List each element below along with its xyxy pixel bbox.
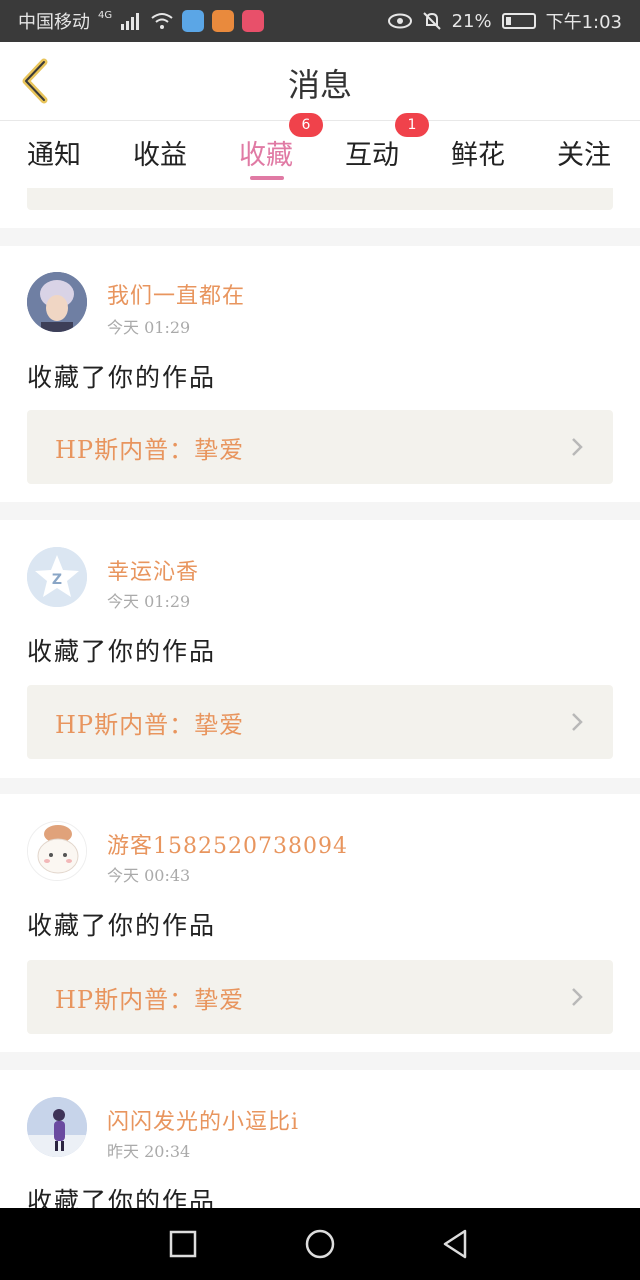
timestamp: 今天 00:43 [107, 866, 191, 885]
tab-interactions[interactable]: 互动 [345, 133, 399, 172]
tab-earnings[interactable]: 收益 [133, 133, 187, 172]
tab-follow[interactable]: 关注 [557, 133, 611, 172]
message-card: 我们一直都在 今天 01:29 收藏了你的作品 HP斯内普：挚爱 [0, 246, 640, 502]
carrier-label: 中国移动 [18, 12, 90, 33]
tab-flowers[interactable]: 鲜花 [451, 133, 505, 172]
avatar[interactable] [27, 272, 87, 332]
eye-icon [387, 13, 412, 29]
message-card-partial [0, 188, 640, 228]
tab-favorites[interactable]: 收藏 [239, 133, 293, 172]
chevron-right-icon [572, 438, 583, 456]
chevron-right-icon [572, 713, 583, 731]
username[interactable]: 游客1582520738094 [107, 828, 348, 860]
work-link[interactable]: HP斯内普：挚爱 [27, 410, 613, 484]
tab-label: 通知 [27, 140, 81, 171]
work-link-partial[interactable] [27, 188, 613, 210]
battery-icon [501, 13, 536, 29]
tab-notifications[interactable]: 通知 [27, 133, 81, 172]
username[interactable]: 闪闪发光的小逗比i [107, 1104, 307, 1136]
app-icon [182, 10, 205, 32]
tab-label: 收益 [133, 140, 187, 171]
work-title: HP斯内普：挚爱 [55, 711, 245, 739]
avatar-image [27, 272, 87, 332]
message-card: 闪闪发光的小逗比i 昨天 20:34 收藏了你的作品 [0, 1070, 640, 1208]
work-title: HP斯内普：挚爱 [55, 986, 245, 1014]
work-title: HP斯内普：挚爱 [55, 436, 245, 464]
timestamp: 昨天 20:34 [107, 1142, 191, 1161]
active-tab-indicator [250, 176, 284, 180]
action-text: 收藏了你的作品 [27, 1187, 217, 1208]
message-card: Z 幸运沁香 今天 01:29 收藏了你的作品 HP斯内普：挚爱 [0, 520, 640, 778]
action-text: 收藏了你的作品 [27, 911, 217, 940]
message-card: 游客1582520738094 今天 00:43 收藏了你的作品 HP斯内普：挚… [0, 794, 640, 1052]
wifi-icon [151, 13, 173, 29]
avatar[interactable]: Z [27, 547, 87, 607]
signal-icon [121, 13, 140, 30]
app-icon [212, 10, 235, 32]
avatar[interactable] [27, 1097, 87, 1157]
timestamp: 今天 01:29 [107, 592, 191, 611]
tab-label: 鲜花 [451, 140, 505, 171]
svg-text:Z: Z [52, 572, 62, 588]
action-text: 收藏了你的作品 [27, 637, 217, 666]
battery-percent: 21% [451, 10, 492, 32]
default-avatar-icon: Z [27, 547, 87, 607]
avatar[interactable] [27, 821, 87, 881]
clock: 下午1:03 [545, 12, 622, 33]
status-bar: 中国移动 4G 21% 下午1:03 [0, 0, 640, 42]
app-icon [242, 10, 265, 32]
action-text: 收藏了你的作品 [27, 363, 217, 392]
circle-icon[interactable] [300, 1224, 340, 1264]
tab-badge-favorites: 6 [289, 113, 323, 137]
tab-label: 互动 [345, 140, 399, 171]
cat-avatar-image [28, 822, 86, 880]
work-link[interactable]: HP斯内普：挚爱 [27, 960, 613, 1034]
chevron-right-icon [572, 988, 583, 1006]
bell-mute-icon [422, 12, 441, 30]
tab-label: 关注 [557, 140, 611, 171]
header: 消息 [0, 42, 640, 120]
work-link[interactable]: HP斯内普：挚爱 [27, 685, 613, 759]
tab-badge-interactions: 1 [395, 113, 429, 137]
square-icon[interactable] [163, 1224, 203, 1264]
message-feed[interactable]: 我们一直都在 今天 01:29 收藏了你的作品 HP斯内普：挚爱 Z 幸运沁香 … [0, 188, 640, 1208]
system-nav-bar [0, 1208, 640, 1280]
username[interactable]: 幸运沁香 [107, 554, 199, 586]
avatar-image [27, 1097, 87, 1157]
tab-label: 收藏 [239, 140, 293, 171]
network-label: 4G [98, 9, 113, 21]
timestamp: 今天 01:29 [107, 318, 191, 337]
username[interactable]: 我们一直都在 [107, 278, 245, 310]
back-triangle-icon[interactable] [436, 1224, 476, 1264]
tab-bar: 通知 收益 收藏 6 互动 1 鲜花 关注 [0, 113, 640, 189]
page-title: 消息 [287, 66, 352, 104]
